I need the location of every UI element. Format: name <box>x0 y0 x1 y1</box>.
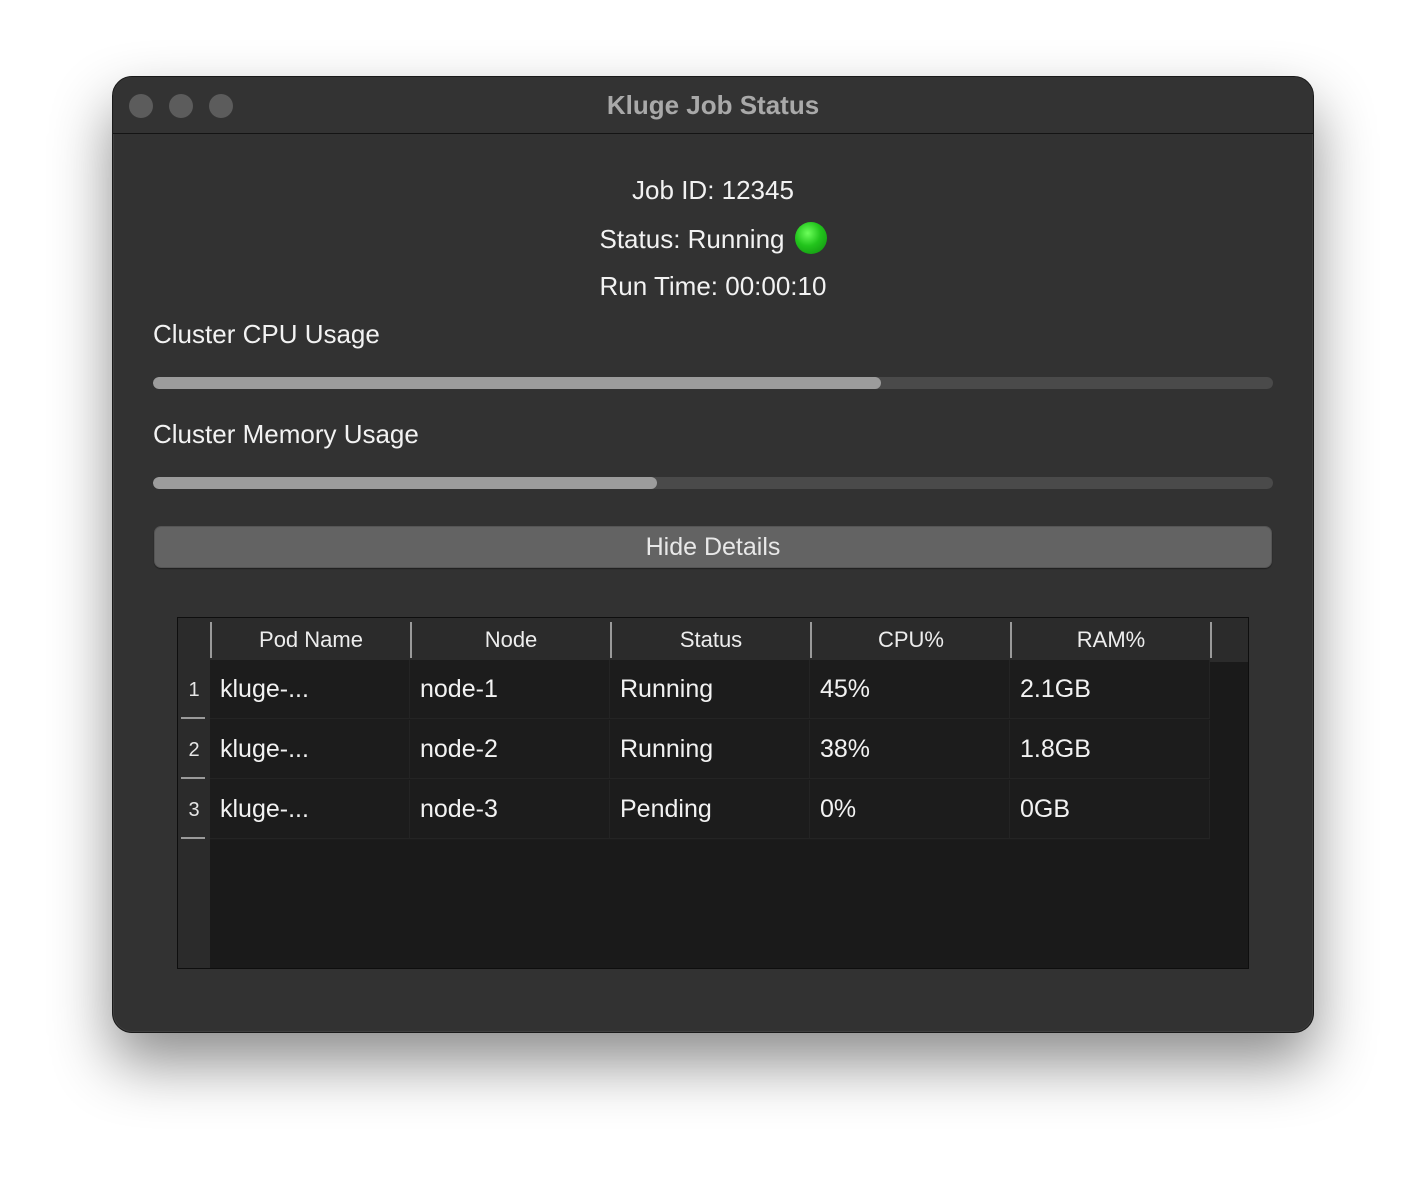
row-number: 3 <box>188 799 200 821</box>
memory-usage-label: Cluster Memory Usage <box>153 419 419 449</box>
title-bar: Kluge Job Status <box>113 77 1313 134</box>
row-divider <box>181 837 205 839</box>
memory-usage-progress-fill <box>153 477 657 489</box>
cell-node[interactable]: node-2 <box>410 720 610 779</box>
pods-table: Pod Name Node Status CPU% RAM% 1 kluge-.… <box>177 617 1249 969</box>
app-window: Kluge Job Status Job ID: 12345 Status: R… <box>112 76 1314 1033</box>
cell-cpu[interactable]: 0% <box>810 780 1010 839</box>
job-status-label: Status: Running <box>599 224 785 254</box>
cell-status[interactable]: Pending <box>610 780 810 839</box>
cell-cpu[interactable]: 38% <box>810 720 1010 779</box>
column-header-pod-name[interactable]: Pod Name <box>210 622 410 658</box>
table-header: Pod Name Node Status CPU% RAM% <box>210 618 1248 662</box>
cell-pod-name[interactable]: kluge-... <box>210 720 410 779</box>
cell-cpu[interactable]: 45% <box>810 660 1010 719</box>
column-header-cpu[interactable]: CPU% <box>810 622 1010 658</box>
column-header-status[interactable]: Status <box>610 622 810 658</box>
table-row[interactable]: kluge-... node-3 Pending 0% 0GB <box>210 780 1210 840</box>
run-time-label: Run Time: 00:00:10 <box>599 271 827 301</box>
cell-status[interactable]: Running <box>610 720 810 779</box>
window-title: Kluge Job Status <box>606 90 820 120</box>
cell-ram[interactable]: 0GB <box>1010 780 1210 839</box>
row-divider <box>181 777 205 779</box>
cell-node[interactable]: node-3 <box>410 780 610 839</box>
cell-node[interactable]: node-1 <box>410 660 610 719</box>
cell-ram[interactable]: 2.1GB <box>1010 660 1210 719</box>
hide-details-button[interactable]: Hide Details <box>154 526 1272 568</box>
cell-pod-name[interactable]: kluge-... <box>210 660 410 719</box>
column-header-divider <box>1210 622 1212 658</box>
cell-status[interactable]: Running <box>610 660 810 719</box>
cell-ram[interactable]: 1.8GB <box>1010 720 1210 779</box>
status-indicator-icon <box>794 222 827 254</box>
column-header-node[interactable]: Node <box>410 622 610 658</box>
cpu-usage-progress-bar <box>153 377 1273 389</box>
job-status-line: Status: Running <box>113 222 1313 255</box>
table-row[interactable]: kluge-... node-1 Running 45% 2.1GB <box>210 660 1210 720</box>
row-number: 1 <box>188 679 200 701</box>
cpu-usage-label: Cluster CPU Usage <box>153 319 380 349</box>
cell-pod-name[interactable]: kluge-... <box>210 780 410 839</box>
column-header-ram[interactable]: RAM% <box>1010 622 1210 658</box>
row-divider <box>181 717 205 719</box>
memory-usage-progress-bar <box>153 477 1273 489</box>
row-number: 2 <box>188 739 200 761</box>
job-id-label: Job ID: 12345 <box>632 175 794 205</box>
table-row[interactable]: kluge-... node-2 Running 38% 1.8GB <box>210 720 1210 780</box>
cpu-usage-progress-fill <box>153 377 881 389</box>
